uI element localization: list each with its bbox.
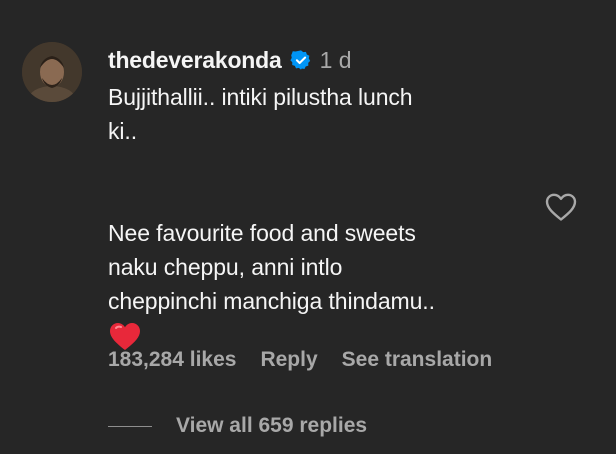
comment-text: Bujjithallii.. intiki pilustha lunch ki.…	[108, 80, 528, 363]
avatar[interactable]	[22, 42, 82, 102]
timestamp[interactable]: 1 d	[320, 47, 352, 74]
view-replies[interactable]: View all 659 replies	[108, 414, 367, 438]
username[interactable]: thedeverakonda	[108, 47, 282, 74]
comment-header: thedeverakonda 1 d	[108, 40, 352, 80]
comment-line: cheppinchi manchiga thindamu..	[108, 288, 435, 314]
replies-divider	[108, 425, 152, 427]
see-translation-button[interactable]: See translation	[342, 348, 493, 372]
comment-actions: 183,284 likes Reply See translation	[108, 348, 492, 372]
view-replies-button[interactable]: View all 659 replies	[176, 414, 367, 438]
avatar-image	[22, 42, 82, 102]
comment-line: naku cheppu, anni intlo	[108, 254, 343, 280]
comment-line: ki..	[108, 118, 137, 144]
comment-line: Nee favourite food and sweets	[108, 220, 416, 246]
verified-badge-icon	[289, 49, 312, 71]
heart-outline-icon	[545, 193, 577, 221]
likes-count[interactable]: 183,284 likes	[108, 348, 236, 372]
reply-button[interactable]: Reply	[260, 348, 317, 372]
comment-line: Bujjithallii.. intiki pilustha lunch	[108, 84, 413, 110]
like-button[interactable]	[544, 192, 578, 222]
